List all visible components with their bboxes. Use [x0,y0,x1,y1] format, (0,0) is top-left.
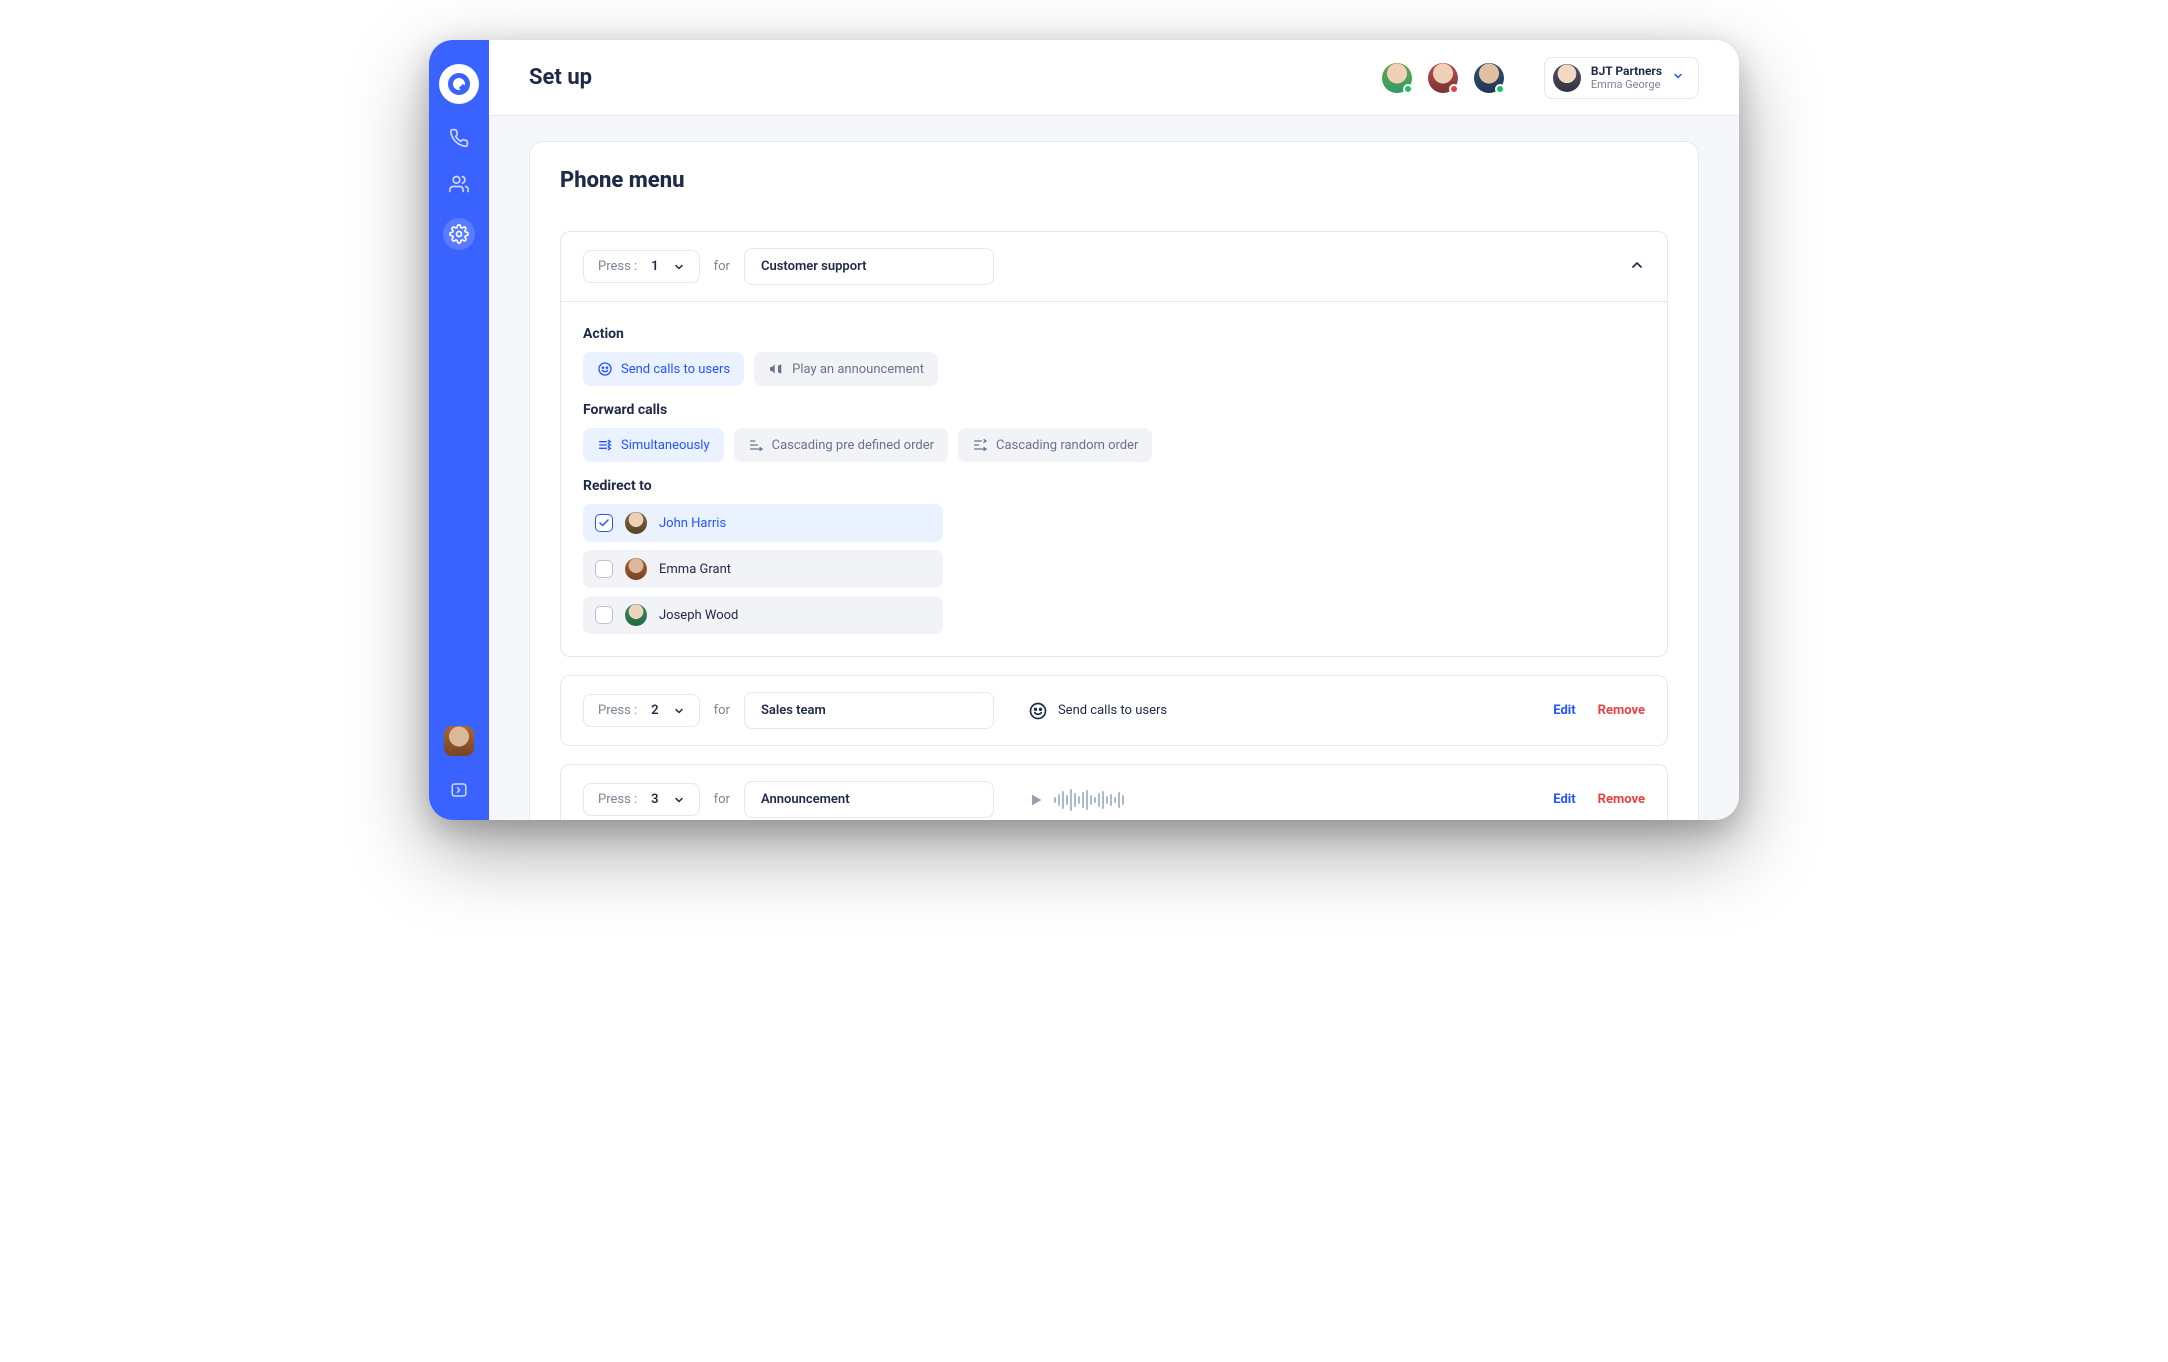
collapse-button-1[interactable] [1629,257,1645,277]
redirect-user-list: John Harris Emma Grant [583,504,943,634]
headset-icon [1028,701,1048,721]
for-label: for [714,792,730,807]
press-label: Press : [598,792,637,807]
presence-avatar-2[interactable] [1428,63,1458,93]
main: Set up BJT Partners Emma George [489,40,1739,820]
user-name: Emma Grant [659,562,731,577]
press-selector-1[interactable]: Press : 1 [583,250,700,283]
forward-cascade-defined[interactable]: Cascading pre defined order [734,428,948,462]
for-label: for [714,703,730,718]
option-name-input-2[interactable]: Sales team [744,692,994,729]
for-label: for [714,259,730,274]
account-user: Emma George [1591,78,1662,91]
status-dot-busy [1449,84,1459,94]
redirect-user-emma-grant[interactable]: Emma Grant [583,550,943,588]
cascade-random-icon [972,437,988,453]
account-org: BJT Partners [1591,64,1662,78]
press-label: Press : [598,259,637,274]
edit-option-2[interactable]: Edit [1553,703,1575,718]
option-name-input-1[interactable]: Customer support [744,248,994,285]
cascade-defined-icon [748,437,764,453]
menu-option-1: Press : 1 for Customer support Actio [560,231,1668,657]
status-dot-online [1495,84,1505,94]
chevron-down-icon [673,261,685,273]
menu-option-1-body: Action Send calls to users Play an annou… [561,301,1667,656]
checkbox-unchecked-icon [595,560,613,578]
press-number: 3 [651,792,658,807]
user-avatar [625,558,647,580]
expand-sidebar-button[interactable] [447,778,471,802]
simultaneous-icon [597,437,613,453]
forward-cascade-random[interactable]: Cascading random order [958,428,1152,462]
option-name-input-3[interactable]: Announcement [744,781,994,818]
action-send-calls-label: Send calls to users [621,362,730,377]
menu-option-1-header: Press : 1 for Customer support [561,232,1667,301]
edit-option-3[interactable]: Edit [1553,792,1575,807]
forward-simultaneous[interactable]: Simultaneously [583,428,724,462]
option-2-summary: Send calls to users [1028,701,1167,721]
chevron-up-icon [1629,257,1645,273]
action-play-announcement-label: Play an announcement [792,362,924,377]
content: Phone menu Press : 1 for Customer suppor… [489,116,1739,820]
press-selector-3[interactable]: Press : 3 [583,783,700,816]
menu-option-2: Press : 2 for Sales team Send calls to u… [560,675,1668,746]
press-label: Press : [598,703,637,718]
menu-option-3-header: Press : 3 for Announcement [561,765,1667,820]
redirect-section-label: Redirect to [583,478,1645,494]
headset-icon [597,361,613,377]
action-send-calls[interactable]: Send calls to users [583,352,744,386]
expand-sidebar-icon [450,781,468,799]
phone-menu-panel: Phone menu Press : 1 for Customer suppor… [529,141,1699,820]
chevron-down-icon [673,705,685,717]
presence-list [1382,63,1504,93]
presence-avatar-1[interactable] [1382,63,1412,93]
forward-section-label: Forward calls [583,402,1645,418]
checkbox-checked-icon [595,514,613,532]
checkbox-unchecked-icon [595,606,613,624]
megaphone-icon [768,361,784,377]
press-number: 2 [651,703,658,718]
menu-option-3: Press : 3 for Announcement [560,764,1668,820]
panel-title: Phone menu [530,142,1698,203]
app-window: Set up BJT Partners Emma George [429,40,1739,820]
forward-cascade-random-label: Cascading random order [996,438,1138,453]
nav-contacts[interactable] [447,172,471,196]
user-name: John Harris [659,516,726,531]
waveform-icon [1054,789,1124,811]
chevron-down-icon [1672,70,1684,85]
play-icon[interactable] [1028,792,1044,808]
option-2-summary-text: Send calls to users [1058,703,1167,718]
action-play-announcement[interactable]: Play an announcement [754,352,938,386]
gear-icon [449,224,469,244]
user-avatar [625,604,647,626]
account-avatar [1553,64,1581,92]
forward-simultaneous-label: Simultaneously [621,438,710,453]
users-icon [449,174,469,194]
presence-avatar-3[interactable] [1474,63,1504,93]
press-selector-2[interactable]: Press : 2 [583,694,700,727]
announcement-preview [1028,789,1124,811]
redirect-user-joseph-wood[interactable]: Joseph Wood [583,596,943,634]
current-user-avatar[interactable] [444,726,474,756]
sidebar [429,40,489,820]
action-section-label: Action [583,326,1645,342]
chevron-down-icon [673,794,685,806]
app-logo[interactable] [439,64,479,104]
nav-settings[interactable] [443,218,475,250]
topbar: Set up BJT Partners Emma George [489,40,1739,116]
menu-option-2-header: Press : 2 for Sales team Send calls to u… [561,676,1667,745]
forward-cascade-defined-label: Cascading pre defined order [772,438,934,453]
press-number: 1 [651,259,658,274]
status-dot-online [1403,84,1413,94]
user-avatar [625,512,647,534]
remove-option-3[interactable]: Remove [1598,792,1645,807]
nav-calls[interactable] [447,126,471,150]
user-name: Joseph Wood [659,608,738,623]
page-title: Set up [529,65,592,90]
account-switcher[interactable]: BJT Partners Emma George [1544,57,1699,99]
redirect-user-john-harris[interactable]: John Harris [583,504,943,542]
remove-option-2[interactable]: Remove [1598,703,1645,718]
phone-icon [449,128,469,148]
